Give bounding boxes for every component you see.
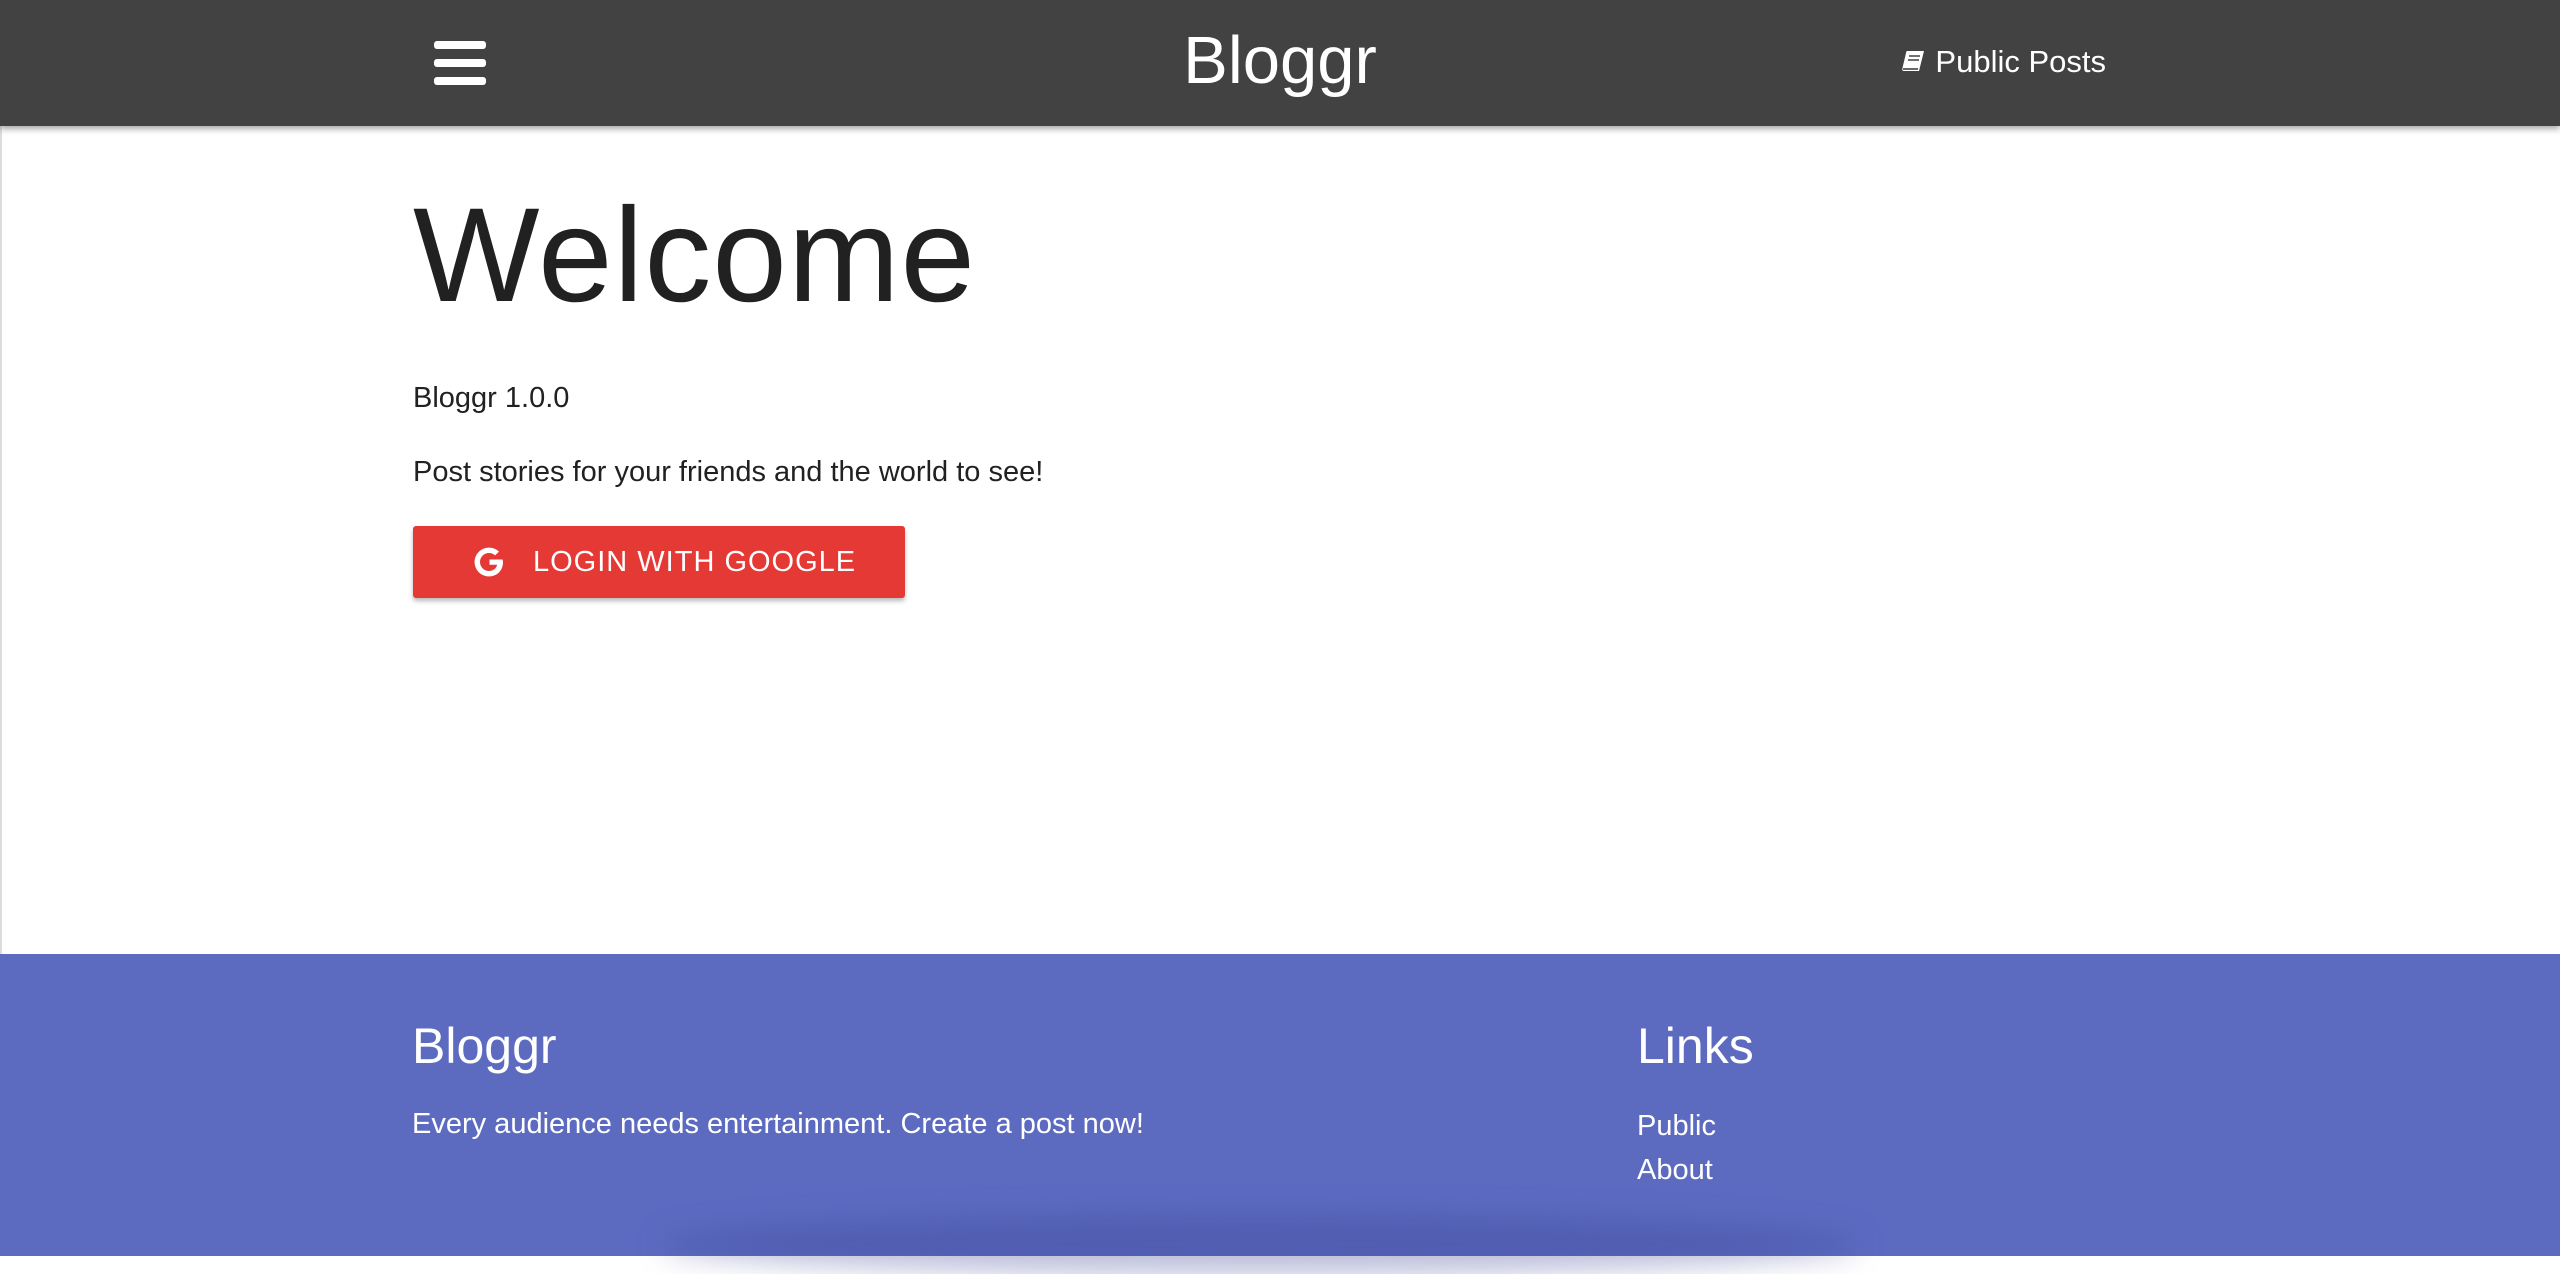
- footer-links-list: Public About: [1637, 1104, 1716, 1192]
- footer-link-about[interactable]: About: [1637, 1154, 1713, 1186]
- main-content: Welcome Bloggr 1.0.0 Post stories for yo…: [0, 126, 2560, 954]
- footer-title: Bloggr: [412, 1018, 557, 1074]
- login-with-google-button[interactable]: LOGIN WITH GOOGLE: [413, 526, 905, 598]
- book-icon: [1902, 51, 1925, 71]
- login-with-google-label: LOGIN WITH GOOGLE: [533, 545, 857, 578]
- footer-link-item: About: [1637, 1148, 1716, 1192]
- top-navbar: Bloggr Public Posts: [0, 0, 2560, 126]
- footer-links-title: Links: [1637, 1018, 1754, 1074]
- page-footer: Bloggr Every audience needs entertainmen…: [0, 954, 2560, 1274]
- google-icon: [469, 542, 509, 582]
- tagline-text: Post stories for your friends and the wo…: [413, 456, 1044, 488]
- public-posts-link[interactable]: Public Posts: [1900, 40, 2162, 84]
- footer-description: Every audience needs entertainment. Crea…: [412, 1108, 1144, 1140]
- footer-container: Bloggr Every audience needs entertainmen…: [398, 954, 2162, 1256]
- public-posts-label: Public Posts: [1935, 44, 2106, 79]
- welcome-heading: Welcome: [413, 181, 977, 330]
- navbar-container: Bloggr Public Posts: [398, 0, 2162, 126]
- hamburger-menu-icon[interactable]: [434, 41, 486, 85]
- brand-wrapper: Bloggr: [398, 20, 2162, 102]
- brand-logo-link[interactable]: Bloggr: [1183, 23, 1377, 98]
- version-text: Bloggr 1.0.0: [413, 382, 570, 414]
- footer-bottom-shadow: [660, 1214, 1860, 1274]
- footer-link-item: Public: [1637, 1104, 1716, 1148]
- footer-link-public[interactable]: Public: [1637, 1110, 1716, 1142]
